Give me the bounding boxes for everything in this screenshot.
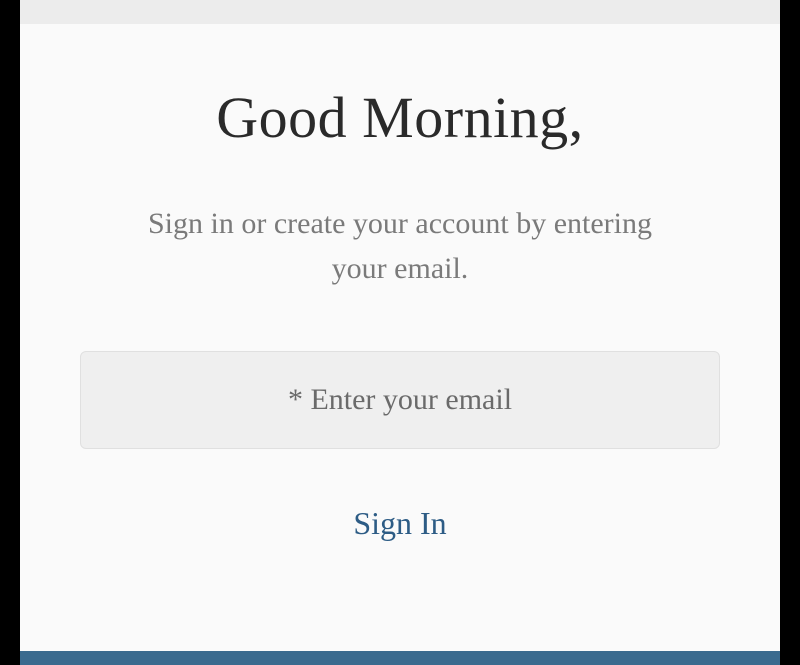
bottom-bar <box>20 651 780 665</box>
top-bar <box>20 0 780 24</box>
subtitle-text: Sign in or create your account by enteri… <box>120 201 680 291</box>
sign-in-button[interactable]: Sign In <box>337 497 462 550</box>
email-field[interactable] <box>80 351 720 449</box>
greeting-title: Good Morning, <box>216 84 583 151</box>
content-area: Good Morning, Sign in or create your acc… <box>20 24 780 651</box>
login-panel: Good Morning, Sign in or create your acc… <box>20 0 780 665</box>
